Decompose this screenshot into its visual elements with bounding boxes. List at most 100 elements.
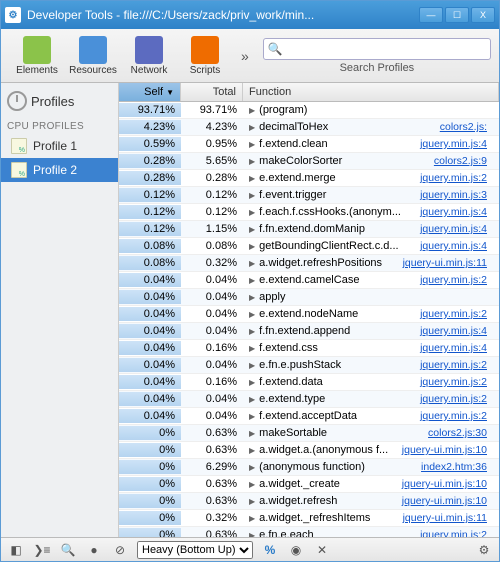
table-row[interactable]: 0.04%0.04%▶e.extend.nodeNamejquery.min.j… [119, 306, 499, 323]
source-link[interactable]: jquery.min.js:2 [420, 376, 493, 388]
expand-icon[interactable]: ▶ [249, 497, 255, 506]
expand-icon[interactable]: ▶ [249, 463, 255, 472]
col-function[interactable]: Function [243, 83, 499, 101]
table-row[interactable]: 0.04%0.04%▶e.extend.typejquery.min.js:2 [119, 391, 499, 408]
sidebar-item-profile-1[interactable]: Profile 1 [1, 134, 118, 158]
expand-icon[interactable]: ▶ [249, 514, 255, 523]
table-row[interactable]: 0%0.63%▶a.widget._createjquery-ui.min.js… [119, 476, 499, 493]
source-link[interactable]: jquery.min.js:2 [420, 359, 493, 371]
table-row[interactable]: 0.28%0.28%▶e.extend.mergejquery.min.js:2 [119, 170, 499, 187]
minimize-button[interactable]: — [419, 7, 443, 23]
source-link[interactable]: jquery.min.js:2 [420, 308, 493, 320]
source-link[interactable]: index2.htm:36 [421, 461, 493, 473]
expand-icon[interactable]: ▶ [249, 174, 255, 183]
table-row[interactable]: 0.59%0.95%▶f.extend.cleanjquery.min.js:4 [119, 136, 499, 153]
magnify-icon[interactable]: 🔍 [59, 543, 77, 557]
source-link[interactable]: jquery.min.js:4 [420, 223, 493, 235]
expand-icon[interactable]: ▶ [249, 106, 255, 115]
table-row[interactable]: 4.23%4.23%▶decimalToHexcolors2.js: [119, 119, 499, 136]
source-link[interactable]: jquery.min.js:4 [420, 342, 493, 354]
maximize-button[interactable]: ☐ [445, 7, 469, 23]
col-total[interactable]: Total [181, 83, 243, 101]
expand-icon[interactable]: ▶ [249, 310, 255, 319]
expand-icon[interactable]: ▶ [249, 225, 255, 234]
profile-grid[interactable]: Self Total Function 93.71%93.71%▶(progra… [119, 83, 499, 537]
table-row[interactable]: 0.04%0.04%▶e.fn.e.pushStackjquery.min.js… [119, 357, 499, 374]
tool-scripts[interactable]: Scripts [177, 34, 233, 78]
tool-network[interactable]: Network [121, 34, 177, 78]
console-icon[interactable]: ❯≡ [33, 543, 51, 557]
profiles-header[interactable]: Profiles [1, 87, 118, 115]
table-row[interactable]: 0.12%0.12%▶f.each.f.cssHooks.(anonym...j… [119, 204, 499, 221]
expand-icon[interactable]: ▶ [249, 140, 255, 149]
expand-icon[interactable]: ▶ [249, 242, 255, 251]
source-link[interactable]: jquery.min.js:2 [420, 529, 493, 537]
source-link[interactable]: colors2.js:9 [434, 155, 493, 167]
table-row[interactable]: 0.04%0.04%▶f.extend.acceptDatajquery.min… [119, 408, 499, 425]
focus-icon[interactable]: ◉ [287, 543, 305, 557]
search-input[interactable] [263, 38, 491, 60]
expand-icon[interactable]: ▶ [249, 344, 255, 353]
table-row[interactable]: 0.12%1.15%▶f.fn.extend.domManipjquery.mi… [119, 221, 499, 238]
sidebar-item-profile-2[interactable]: Profile 2 [1, 158, 118, 182]
expand-icon[interactable]: ▶ [249, 446, 255, 455]
table-row[interactable]: 0.08%0.32%▶a.widget.refreshPositionsjque… [119, 255, 499, 272]
source-link[interactable]: jquery.min.js:2 [420, 410, 493, 422]
table-row[interactable]: 0%0.63%▶a.widget.refreshjquery-ui.min.js… [119, 493, 499, 510]
source-link[interactable]: jquery.min.js:4 [420, 240, 493, 252]
expand-icon[interactable]: ▶ [249, 276, 255, 285]
table-row[interactable]: 0%0.63%▶makeSortablecolors2.js:30 [119, 425, 499, 442]
source-link[interactable]: jquery.min.js:3 [420, 189, 493, 201]
source-link[interactable]: jquery-ui.min.js:11 [403, 512, 493, 524]
table-row[interactable]: 0.04%0.16%▶f.extend.cssjquery.min.js:4 [119, 340, 499, 357]
source-link[interactable]: jquery.min.js:2 [420, 172, 493, 184]
tool-elements[interactable]: Elements [9, 34, 65, 78]
view-mode-select[interactable]: Heavy (Bottom Up) [137, 541, 253, 559]
col-self[interactable]: Self [119, 83, 181, 101]
close-button[interactable]: X [471, 7, 495, 23]
table-row[interactable]: 0.12%0.12%▶f.event.triggerjquery.min.js:… [119, 187, 499, 204]
source-link[interactable]: colors2.js:30 [428, 427, 493, 439]
source-link[interactable]: colors2.js: [440, 121, 493, 133]
source-link[interactable]: jquery.min.js:4 [420, 138, 493, 150]
table-row[interactable]: 0%0.32%▶a.widget._refreshItemsjquery-ui.… [119, 510, 499, 527]
table-row[interactable]: 0.04%0.04%▶f.fn.extend.appendjquery.min.… [119, 323, 499, 340]
expand-icon[interactable]: ▶ [249, 531, 255, 538]
source-link[interactable]: jquery-ui.min.js:10 [402, 444, 493, 456]
delete-icon[interactable]: ✕ [313, 543, 331, 557]
tool-resources[interactable]: Resources [65, 34, 121, 78]
source-link[interactable]: jquery-ui.min.js:10 [402, 478, 493, 490]
table-row[interactable]: 0%0.63%▶e.fn.e.eachjquery.min.js:2 [119, 527, 499, 537]
settings-icon[interactable]: ⚙ [475, 543, 493, 557]
expand-icon[interactable]: ▶ [249, 327, 255, 336]
expand-icon[interactable]: ▶ [249, 395, 255, 404]
expand-icon[interactable]: ▶ [249, 157, 255, 166]
table-row[interactable]: 0.08%0.08%▶getBoundingClientRect.c.d...j… [119, 238, 499, 255]
source-link[interactable]: jquery.min.js:4 [420, 206, 493, 218]
expand-icon[interactable]: ▶ [249, 123, 255, 132]
expand-icon[interactable]: ▶ [249, 429, 255, 438]
clear-icon[interactable]: ⊘ [111, 543, 129, 557]
record-icon[interactable]: ● [85, 543, 103, 557]
table-row[interactable]: 0.04%0.04%▶e.extend.camelCasejquery.min.… [119, 272, 499, 289]
source-link[interactable]: jquery-ui.min.js:11 [403, 257, 493, 269]
expand-icon[interactable]: ▶ [249, 191, 255, 200]
source-link[interactable]: jquery.min.js:2 [420, 393, 493, 405]
table-row[interactable]: 0.04%0.04%▶apply [119, 289, 499, 306]
expand-icon[interactable]: ▶ [249, 378, 255, 387]
source-link[interactable]: jquery.min.js:4 [420, 325, 493, 337]
percent-toggle[interactable]: % [261, 543, 279, 557]
source-link[interactable]: jquery-ui.min.js:10 [402, 495, 493, 507]
table-row[interactable]: 93.71%93.71%▶(program) [119, 102, 499, 119]
table-row[interactable]: 0%6.29%▶(anonymous function)index2.htm:3… [119, 459, 499, 476]
table-row[interactable]: 0.04%0.16%▶f.extend.datajquery.min.js:2 [119, 374, 499, 391]
table-row[interactable]: 0.28%5.65%▶makeColorSortercolors2.js:9 [119, 153, 499, 170]
expand-icon[interactable]: ▶ [249, 208, 255, 217]
toolbar-overflow-icon[interactable]: » [237, 48, 253, 64]
source-link[interactable]: jquery.min.js:2 [420, 274, 493, 286]
expand-icon[interactable]: ▶ [249, 259, 255, 268]
expand-icon[interactable]: ▶ [249, 293, 255, 302]
table-row[interactable]: 0%0.63%▶a.widget.a.(anonymous f...jquery… [119, 442, 499, 459]
expand-icon[interactable]: ▶ [249, 361, 255, 370]
expand-icon[interactable]: ▶ [249, 412, 255, 421]
